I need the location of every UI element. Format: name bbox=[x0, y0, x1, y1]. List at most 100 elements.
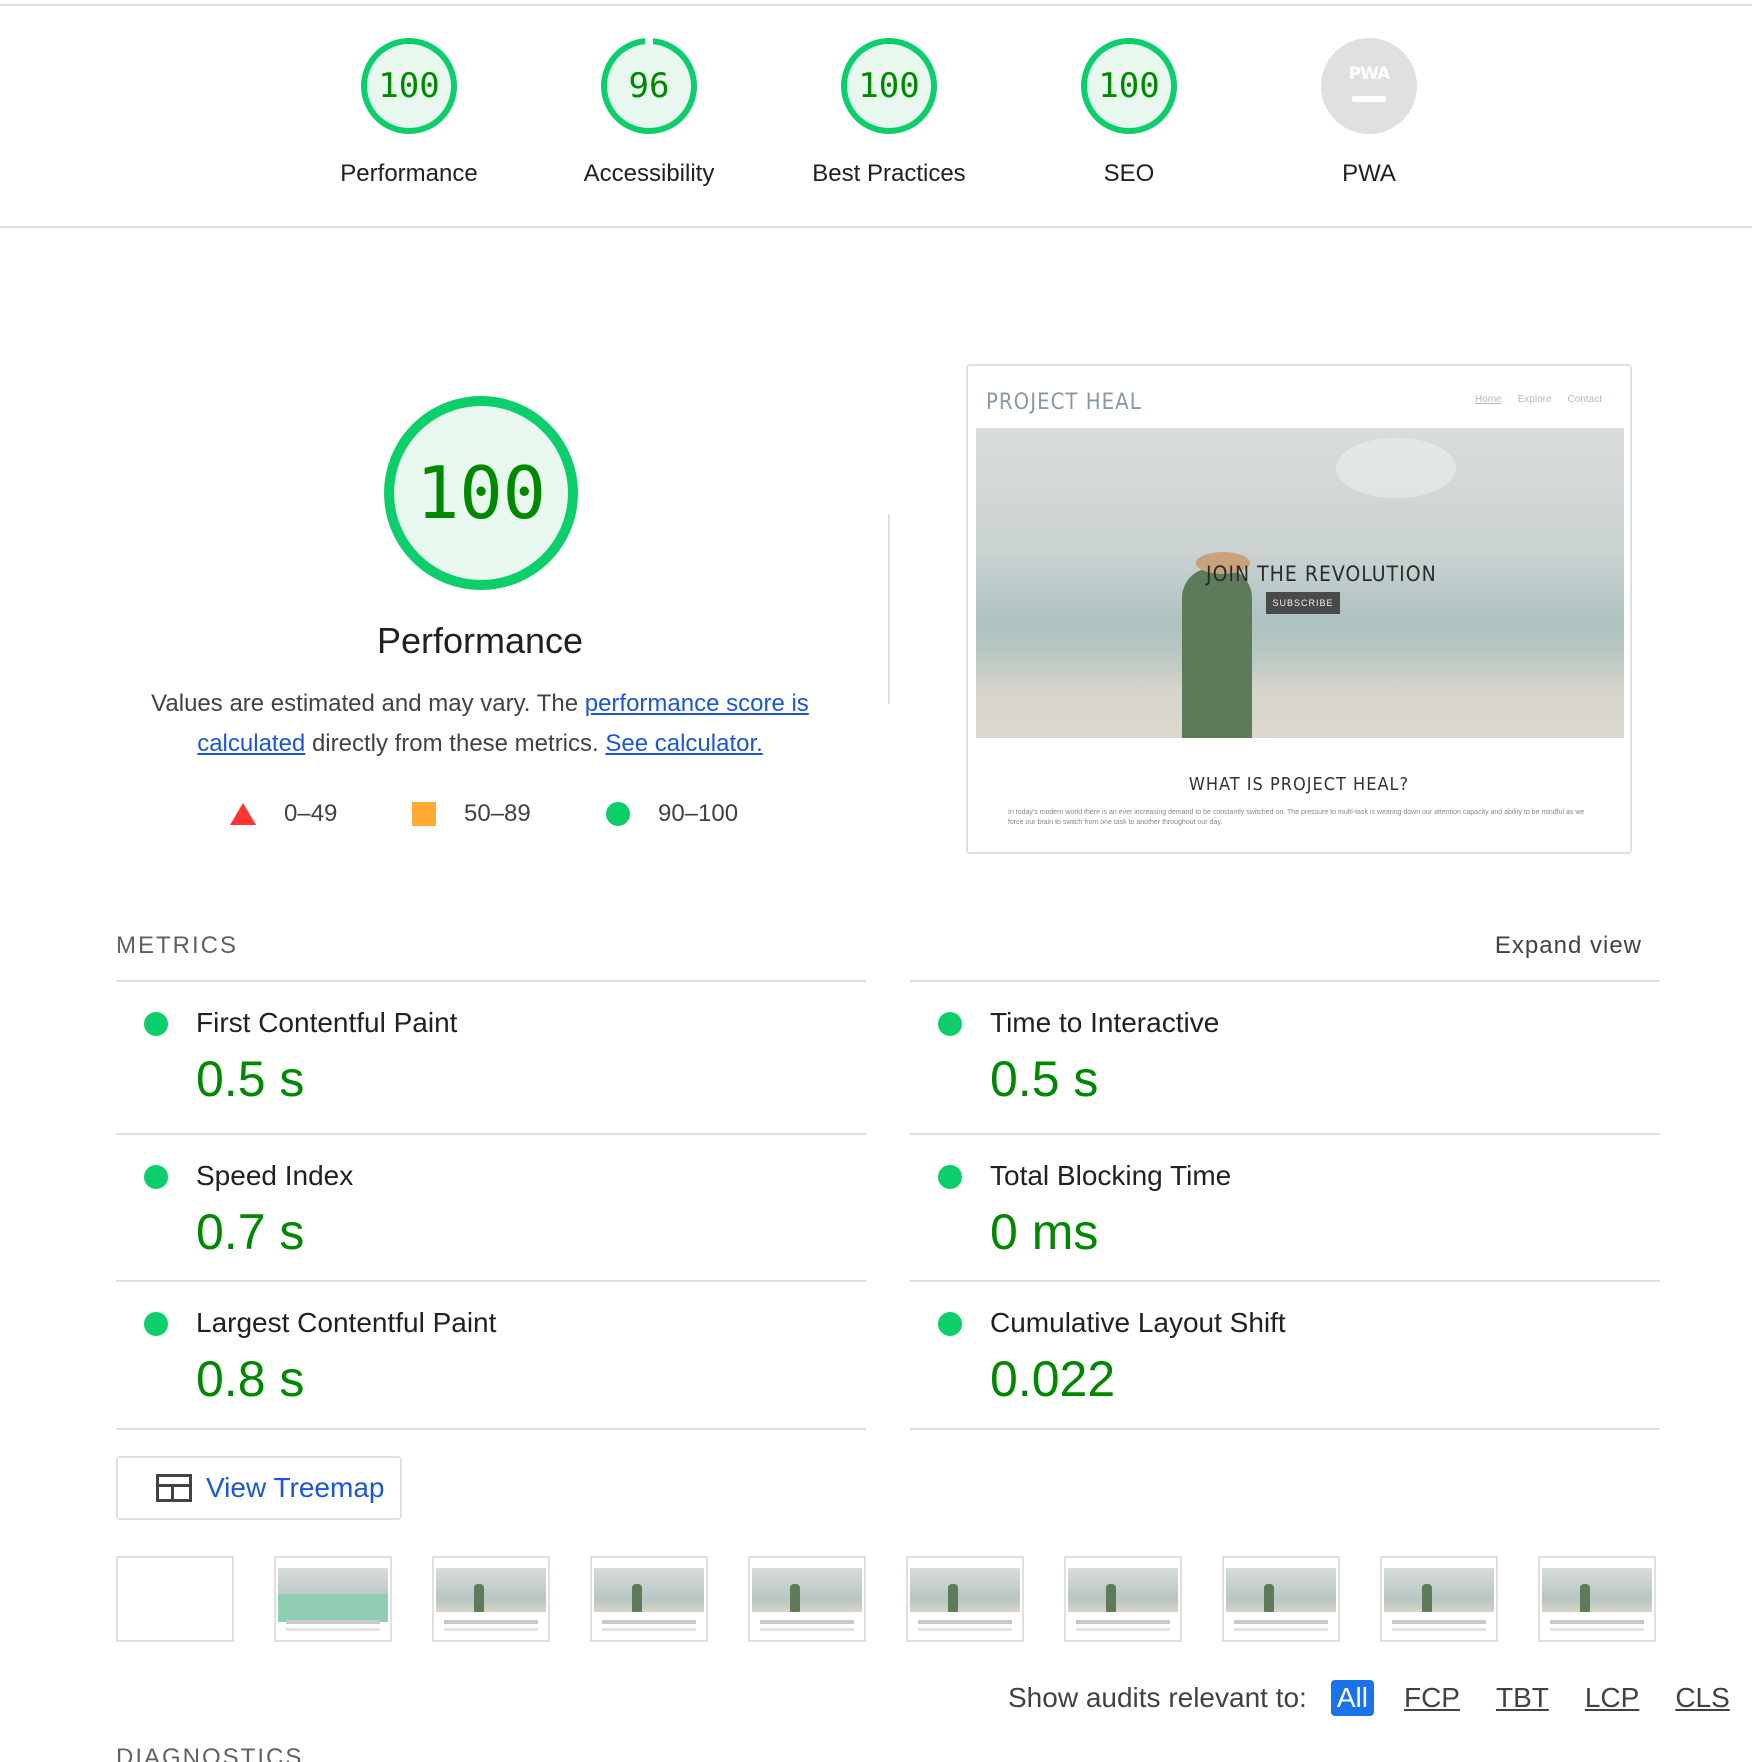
frame-text bbox=[1392, 1628, 1486, 1631]
filter-tbt[interactable]: TBT bbox=[1490, 1680, 1555, 1716]
frame-hero bbox=[594, 1568, 704, 1612]
metric-title: Speed Index bbox=[196, 1160, 354, 1191]
gauge-seo[interactable]: 100 SEO bbox=[1034, 38, 1224, 188]
filter-cls[interactable]: CLS bbox=[1669, 1680, 1735, 1716]
metric-value: 0.8 s bbox=[196, 1351, 305, 1407]
frame-text bbox=[602, 1628, 696, 1631]
frame-figure bbox=[1264, 1584, 1274, 1612]
filmstrip-frame bbox=[274, 1556, 392, 1642]
frame-figure bbox=[1580, 1584, 1590, 1612]
hero-subscribe-button: SUBSCRIBE bbox=[1266, 592, 1340, 614]
frame-figure bbox=[632, 1584, 642, 1612]
legend-average-range: 50–89 bbox=[464, 800, 531, 827]
gauge-accessibility-label: Accessibility bbox=[583, 160, 715, 187]
legend-pass-range: 90–100 bbox=[658, 800, 739, 827]
metric-title: Largest Contentful Paint bbox=[196, 1307, 497, 1338]
expand-view-toggle[interactable]: Expand view bbox=[1495, 932, 1642, 960]
metrics-bottom-divider-left bbox=[116, 1428, 866, 1430]
frame-text bbox=[286, 1620, 380, 1624]
filmstrip-frame bbox=[1538, 1556, 1656, 1642]
metric-value: 0 ms bbox=[990, 1204, 1099, 1260]
frame-figure bbox=[1106, 1584, 1116, 1612]
metric-fcp: First Contentful Paint 0.5 s bbox=[116, 980, 866, 1127]
pwa-badge-text: PWA bbox=[1348, 64, 1391, 84]
metric-speed-index: Speed Index 0.7 s bbox=[116, 1133, 866, 1280]
frame-figure bbox=[790, 1584, 800, 1612]
frame-text bbox=[1550, 1628, 1644, 1631]
filmstrip-frame bbox=[906, 1556, 1024, 1642]
frame-figure bbox=[948, 1584, 958, 1612]
frame-figure bbox=[474, 1584, 484, 1612]
screenshot-nav-home: Home bbox=[1474, 394, 1502, 405]
gauge-accessibility[interactable]: 96 Accessibility bbox=[554, 38, 744, 188]
performance-description: Values are estimated and may vary. The p… bbox=[130, 684, 830, 764]
screenshot-hero-image: JOIN THE REVOLUTION SUBSCRIBE bbox=[976, 428, 1624, 738]
filter-lcp[interactable]: LCP bbox=[1579, 1680, 1645, 1716]
metric-title: Total Blocking Time bbox=[990, 1160, 1232, 1191]
legend-fail: 0–49 bbox=[230, 800, 337, 828]
pass-circle-icon bbox=[144, 1312, 168, 1336]
legend-pass: 90–100 bbox=[606, 800, 738, 828]
gauge-pwa[interactable]: PWA PWA bbox=[1274, 38, 1464, 188]
gauge-pwa-label: PWA bbox=[1342, 160, 1396, 187]
description-text-middle: directly from these metrics. bbox=[305, 730, 606, 757]
gauge-seo-score: 100 bbox=[1081, 38, 1177, 134]
metric-title: First Contentful Paint bbox=[196, 1007, 458, 1038]
screenshot-nav: Home Explore Contact bbox=[1475, 394, 1602, 405]
performance-score-gauge: 100 bbox=[384, 396, 578, 590]
legend-fail-range: 0–49 bbox=[284, 800, 338, 827]
final-screenshot[interactable]: PROJECT HEAL Home Explore Contact JOIN T… bbox=[966, 364, 1632, 854]
frame-text bbox=[444, 1628, 538, 1631]
gauge-best-practices-label: Best Practices bbox=[812, 160, 966, 187]
treemap-icon bbox=[156, 1474, 192, 1502]
frame-text bbox=[1076, 1628, 1170, 1631]
filmstrip bbox=[116, 1556, 1660, 1644]
view-treemap-button[interactable]: View Treemap bbox=[116, 1456, 402, 1520]
pass-circle-icon bbox=[144, 1165, 168, 1189]
pass-circle-icon bbox=[938, 1012, 962, 1036]
hero-title: JOIN THE REVOLUTION bbox=[1206, 562, 1437, 586]
frame-text bbox=[918, 1620, 1012, 1624]
gauge-best-practices-score: 100 bbox=[841, 38, 937, 134]
filmstrip-frame bbox=[590, 1556, 708, 1642]
frame-hero bbox=[436, 1568, 546, 1612]
metric-value: 0.5 s bbox=[196, 1051, 305, 1107]
frame-text bbox=[760, 1628, 854, 1631]
screenshot-nav-contact: Contact bbox=[1567, 394, 1602, 405]
vertical-divider bbox=[888, 514, 890, 704]
filmstrip-frame bbox=[1064, 1556, 1182, 1642]
gauge-performance[interactable]: 100 Performance bbox=[314, 38, 504, 188]
gauge-best-practices[interactable]: 100 Best Practices bbox=[794, 38, 984, 188]
screenshot-paragraph: In today's modern world there is an ever… bbox=[1008, 809, 1585, 826]
frame-loading-overlay bbox=[278, 1594, 388, 1622]
pwa-badge-icon: PWA bbox=[1321, 38, 1417, 134]
see-calculator-link[interactable]: See calculator. bbox=[605, 730, 762, 757]
frame-hero bbox=[910, 1568, 1020, 1612]
frame-text bbox=[1392, 1620, 1486, 1624]
gauge-performance-label: Performance bbox=[340, 160, 478, 187]
gauge-performance-score: 100 bbox=[361, 38, 457, 134]
audit-filter-label: Show audits relevant to: bbox=[1008, 1682, 1307, 1713]
metric-tti: Time to Interactive 0.5 s bbox=[910, 980, 1660, 1127]
pass-circle-icon bbox=[606, 802, 630, 826]
filter-all[interactable]: All bbox=[1330, 1680, 1374, 1716]
metric-cls: Cumulative Layout Shift 0.022 bbox=[910, 1280, 1660, 1427]
hero-figure bbox=[1182, 568, 1252, 738]
performance-title: Performance bbox=[376, 620, 584, 661]
filter-fcp[interactable]: FCP bbox=[1398, 1680, 1466, 1716]
frame-text bbox=[760, 1620, 854, 1624]
diagnostics-header: DIAGNOSTICS bbox=[116, 1744, 304, 1762]
pass-circle-icon bbox=[144, 1012, 168, 1036]
frame-text bbox=[1076, 1620, 1170, 1624]
frame-hero bbox=[1068, 1568, 1178, 1612]
frame-text bbox=[1234, 1620, 1328, 1624]
average-square-icon bbox=[412, 802, 436, 826]
legend-average: 50–89 bbox=[412, 800, 531, 828]
hero-cloud bbox=[1336, 438, 1456, 498]
filmstrip-frame bbox=[1380, 1556, 1498, 1642]
frame-hero bbox=[1542, 1568, 1652, 1612]
metric-title: Cumulative Layout Shift bbox=[990, 1307, 1286, 1338]
metric-lcp: Largest Contentful Paint 0.8 s bbox=[116, 1280, 866, 1427]
metrics-header: METRICS bbox=[116, 932, 238, 959]
gauge-accessibility-score: 96 bbox=[601, 38, 697, 134]
